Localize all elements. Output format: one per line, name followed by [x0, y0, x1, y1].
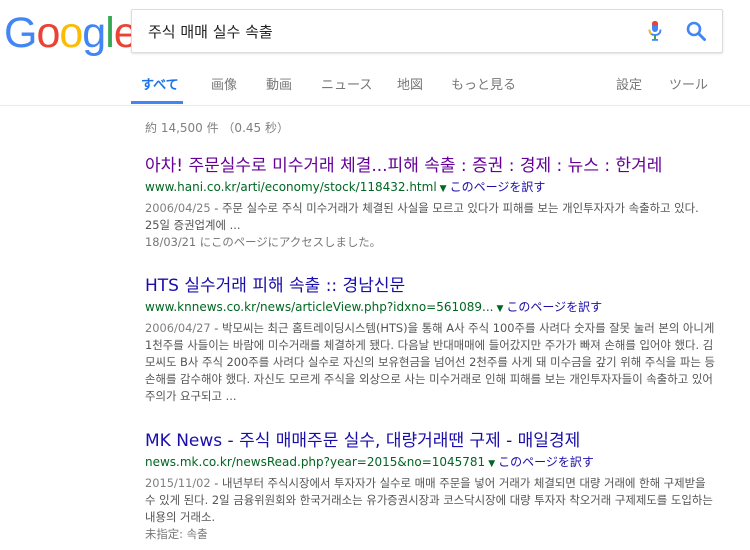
logo-letter: o [59, 9, 83, 57]
result-date: 2006/04/27 [145, 321, 211, 335]
result-url: www.knnews.co.kr/news/articleView.php?id… [145, 300, 494, 314]
dropdown-caret-icon[interactable]: ▼ [440, 184, 447, 194]
search-input[interactable] [146, 19, 630, 43]
search-tabs: すべて 画像 動画 ニュース 地図 もっと見る 設定 ツール [131, 70, 750, 105]
result-url: www.hani.co.kr/arti/economy/stock/118432… [145, 180, 437, 194]
result-stats: 約 14,500 件 （0.45 秒） [145, 121, 289, 135]
logo-letter: g [82, 9, 106, 57]
dropdown-caret-icon[interactable]: ▼ [488, 459, 495, 469]
result-snippet: 2006/04/27 - 박모씨는 최근 홈트레이딩시스템(HTS)을 통해 A… [145, 320, 715, 405]
tab-news[interactable]: ニュース [321, 74, 372, 93]
tab-videos[interactable]: 動画 [266, 74, 292, 93]
tab-more[interactable]: もっと見る [451, 74, 516, 93]
translate-link[interactable]: このページを訳す [506, 300, 602, 314]
tab-tools[interactable]: ツール [669, 74, 708, 93]
result-url-line: www.hani.co.kr/arti/economy/stock/118432… [145, 178, 715, 198]
active-tab-indicator [131, 101, 183, 104]
logo-letter: o [36, 9, 60, 57]
google-logo[interactable]: Google [4, 8, 138, 58]
header: Google すべて 画像 動画 ニュース 地図 もっと見る 設定 ツール [0, 0, 750, 106]
search-result: 아차! 주문실수로 미수거래 체결...피해 속출 : 증권 : 경제 : 뉴스… [145, 155, 715, 251]
logo-letter: G [4, 9, 37, 57]
result-date: 2015/11/02 [145, 476, 211, 490]
translate-link[interactable]: このページを訳す [450, 180, 546, 194]
result-url-line: www.knnews.co.kr/news/articleView.php?id… [145, 298, 715, 318]
search-result: HTS 실수거래 피해 속출 :: 경남신문 www.knnews.co.kr/… [145, 275, 715, 405]
tab-all[interactable]: すべて [141, 74, 179, 93]
search-box [131, 9, 723, 53]
result-title-link[interactable]: HTS 실수거래 피해 속출 :: 경남신문 [145, 275, 715, 297]
dropdown-caret-icon[interactable]: ▼ [497, 304, 504, 314]
result-url: news.mk.co.kr/newsRead.php?year=2015&no=… [145, 455, 486, 469]
logo-letter: l [105, 9, 115, 57]
result-snippet: 2015/11/02 - 내년부터 주식시장에서 투자자가 실수로 매매 주문을… [145, 475, 715, 526]
search-result: MK News - 주식 매매주문 실수, 대량거래땐 구제 - 매일경제 ne… [145, 430, 715, 543]
tab-images[interactable]: 画像 [211, 74, 237, 93]
result-title-link[interactable]: 아차! 주문실수로 미수거래 체결...피해 속출 : 증권 : 경제 : 뉴스… [145, 155, 715, 177]
result-url-line: news.mk.co.kr/newsRead.php?year=2015&no=… [145, 453, 715, 473]
result-date: 2006/04/25 [145, 201, 211, 215]
missing-term-note: 未指定: 속출 [145, 527, 208, 541]
search-icon[interactable] [685, 20, 707, 42]
microphone-icon[interactable] [647, 20, 663, 42]
result-snippet-text: - 주문 실수로 주식 미수거래가 체결된 사실을 모르고 있다가 피해를 보는… [145, 201, 699, 232]
tab-maps[interactable]: 地図 [397, 74, 423, 93]
result-title-link[interactable]: MK News - 주식 매매주문 실수, 대량거래땐 구제 - 매일경제 [145, 430, 715, 452]
tab-settings[interactable]: 設定 [616, 74, 642, 93]
visited-note: 18/03/21 にこのページにアクセスしました。 [145, 235, 382, 249]
result-snippet: 2006/04/25 - 주문 실수로 주식 미수거래가 체결된 사실을 모르고… [145, 200, 715, 234]
result-snippet-text: - 내년부터 주식시장에서 투자자가 실수로 매매 주문을 넣어 거래가 체결되… [145, 476, 713, 524]
result-snippet-text: - 박모씨는 최근 홈트레이딩시스템(HTS)을 통해 A사 주식 100주를 … [145, 321, 715, 403]
translate-link[interactable]: このページを訳す [498, 455, 594, 469]
